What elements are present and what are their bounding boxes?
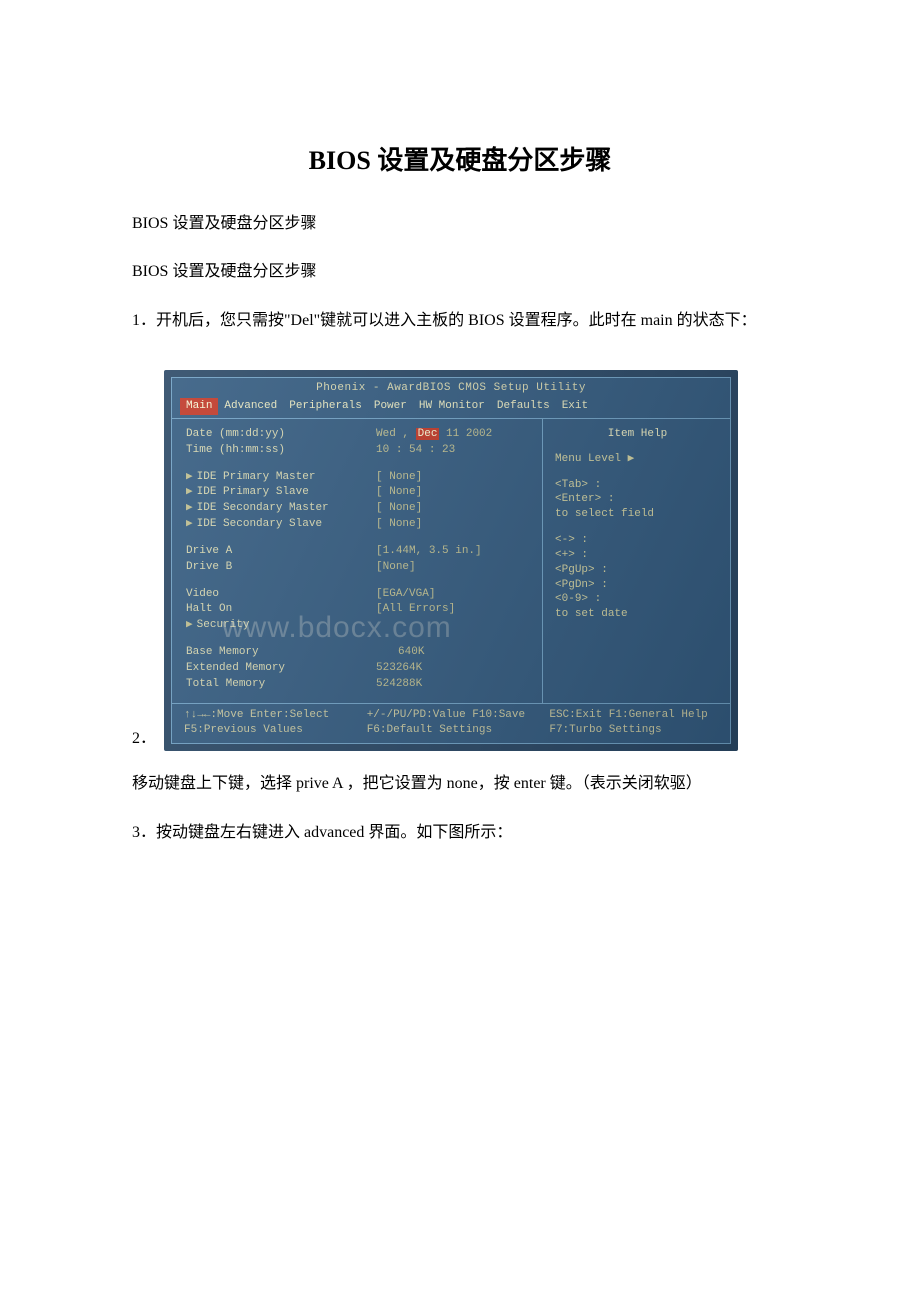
date-pre: Wed , bbox=[376, 428, 416, 440]
bios-left: Date (mm:dd:yy) Wed , Dec 11 2002 Time (… bbox=[172, 419, 542, 703]
help-select-field: to select field bbox=[555, 507, 720, 522]
help-set-date: to set date bbox=[555, 607, 720, 622]
date-value: Wed , Dec 11 2002 bbox=[376, 427, 492, 442]
ext-mem: Extended Memory bbox=[186, 661, 376, 676]
document-page: BIOS 设置及硬盘分区步骤 BIOS 设置及硬盘分区步骤 BIOS 设置及硬盘… bbox=[0, 0, 920, 946]
paragraph-3: 1．开机后，您只需按"Del"键就可以进入主板的 BIOS 设置程序。此时在 m… bbox=[100, 306, 820, 336]
help-menu-level: Menu Level ▶ bbox=[555, 452, 720, 467]
bios-title: Phoenix - AwardBIOS CMOS Setup Utility bbox=[172, 378, 730, 398]
menu-exit: Exit bbox=[556, 398, 594, 415]
security: ▶Security bbox=[186, 618, 376, 633]
help-pgdn: <PgDn> : bbox=[555, 578, 720, 593]
ext-mem-val: 523264K bbox=[376, 661, 422, 676]
bios-footer: ↑↓→←:Move Enter:Select F5:Previous Value… bbox=[172, 704, 730, 744]
help-enter: <Enter> : bbox=[555, 492, 720, 507]
drive-b: Drive B bbox=[186, 560, 376, 575]
ide-pm: ▶IDE Primary Master bbox=[186, 470, 376, 485]
drive-b-val: [None] bbox=[376, 560, 416, 575]
drive-a-val: [1.44M, 3.5 in.] bbox=[376, 544, 482, 559]
menu-power: Power bbox=[368, 398, 413, 415]
bios-help: Item Help Menu Level ▶ <Tab> : <Enter> :… bbox=[542, 419, 730, 703]
help-tab: <Tab> : bbox=[555, 478, 720, 493]
footer-a1: ↑↓→←:Move Enter:Select bbox=[184, 708, 353, 723]
ide-ps: ▶IDE Primary Slave bbox=[186, 485, 376, 500]
base-mem-val: 640K bbox=[376, 645, 424, 660]
bios-screenshot: Phoenix - AwardBIOS CMOS Setup Utility M… bbox=[164, 370, 738, 751]
footer-b2: F6:Default Settings bbox=[367, 723, 536, 738]
paragraph-5: 3．按动键盘左右键进入 advanced 界面。如下图所示： bbox=[100, 818, 820, 848]
footer-a2: F5:Previous Values bbox=[184, 723, 353, 738]
tot-mem: Total Memory bbox=[186, 677, 376, 692]
menu-peripherals: Peripherals bbox=[283, 398, 368, 415]
halt-on-val: [All Errors] bbox=[376, 602, 455, 617]
ide-ps-val: [ None] bbox=[376, 485, 422, 500]
bios-menubar: Main Advanced Peripherals Power HW Monit… bbox=[172, 398, 730, 418]
footer-c2: F7:Turbo Settings bbox=[549, 723, 718, 738]
menu-advanced: Advanced bbox=[218, 398, 283, 415]
bios-body: Date (mm:dd:yy) Wed , Dec 11 2002 Time (… bbox=[172, 418, 730, 704]
help-title: Item Help bbox=[555, 427, 720, 442]
paragraph-1: BIOS 设置及硬盘分区步骤 bbox=[100, 209, 820, 239]
help-plus: <+> : bbox=[555, 548, 720, 563]
step-2-marker: 2． bbox=[132, 731, 156, 751]
menu-defaults: Defaults bbox=[491, 398, 556, 415]
bios-screen: Phoenix - AwardBIOS CMOS Setup Utility M… bbox=[171, 377, 731, 744]
menu-hwmonitor: HW Monitor bbox=[413, 398, 491, 415]
help-minus: <-> : bbox=[555, 533, 720, 548]
ide-sm-val: [ None] bbox=[376, 501, 422, 516]
drive-a: Drive A bbox=[186, 544, 376, 559]
video: Video bbox=[186, 587, 376, 602]
ide-pm-val: [ None] bbox=[376, 470, 422, 485]
ide-ss-val: [ None] bbox=[376, 517, 422, 532]
date-post: 11 2002 bbox=[439, 428, 492, 440]
ide-ss: ▶IDE Secondary Slave bbox=[186, 517, 376, 532]
ide-sm: ▶IDE Secondary Master bbox=[186, 501, 376, 516]
help-digits: <0-9> : bbox=[555, 592, 720, 607]
page-title: BIOS 设置及硬盘分区步骤 bbox=[100, 140, 820, 177]
help-pgup: <PgUp> : bbox=[555, 563, 720, 578]
footer-b1: +/-/PU/PD:Value F10:Save bbox=[367, 708, 536, 723]
footer-c1: ESC:Exit F1:General Help bbox=[549, 708, 718, 723]
halt-on: Halt On bbox=[186, 602, 376, 617]
paragraph-2: BIOS 设置及硬盘分区步骤 bbox=[100, 257, 820, 287]
paragraph-4: 移动键盘上下键，选择 prive A ，把它设置为 none，按 enter 键… bbox=[100, 769, 820, 799]
video-val: [EGA/VGA] bbox=[376, 587, 435, 602]
time-value: 10 : 54 : 23 bbox=[376, 443, 455, 458]
tot-mem-val: 524288K bbox=[376, 677, 422, 692]
date-highlight: Dec bbox=[416, 428, 440, 440]
base-mem: Base Memory bbox=[186, 645, 376, 660]
menu-main: Main bbox=[180, 398, 218, 415]
date-label: Date (mm:dd:yy) bbox=[186, 427, 376, 442]
time-label: Time (hh:mm:ss) bbox=[186, 443, 376, 458]
step-2-row: 2． Phoenix - AwardBIOS CMOS Setup Utilit… bbox=[100, 354, 820, 751]
